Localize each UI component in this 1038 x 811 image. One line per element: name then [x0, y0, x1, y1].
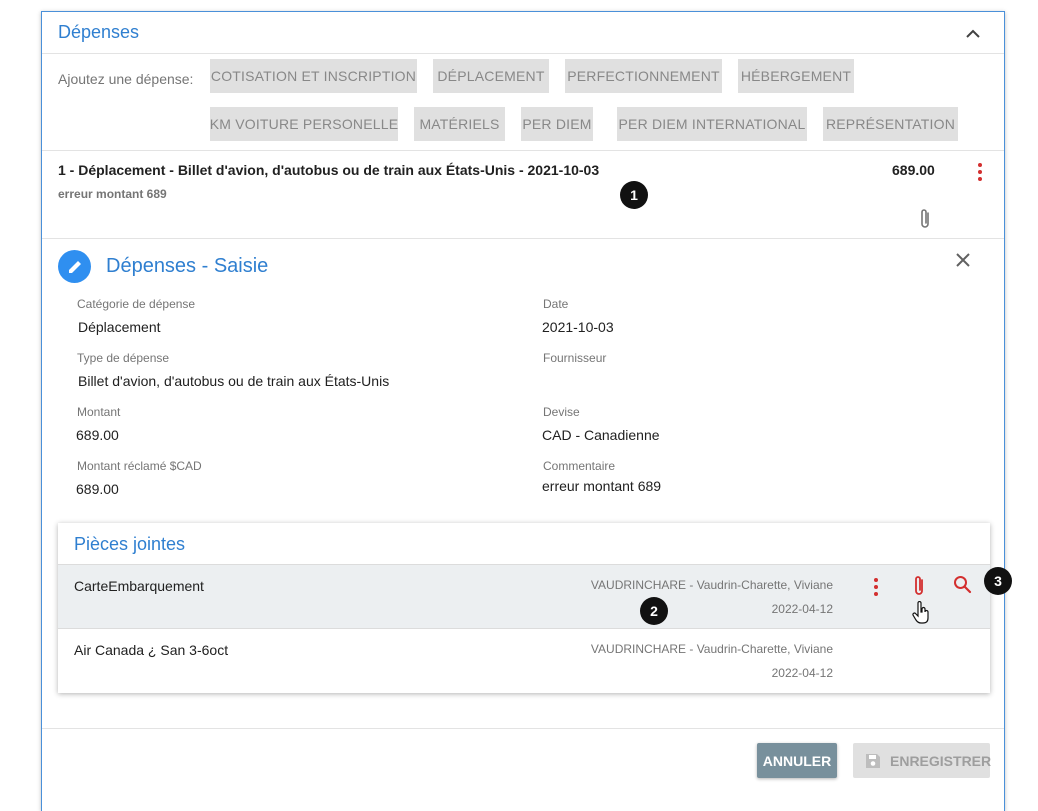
type-value: Billet d'avion, d'autobus ou de train au…: [78, 373, 390, 389]
kebab-menu-icon[interactable]: [873, 578, 879, 596]
date-value: 2021-10-03: [542, 319, 614, 335]
amount-value: 689.00: [76, 427, 119, 443]
category-value: Déplacement: [78, 319, 161, 335]
attachment-row[interactable]: Air Canada ¿ San 3-6oct VAUDRINCHARE - V…: [58, 629, 990, 694]
form-title: Dépenses - Saisie: [106, 255, 269, 277]
attachments-title: Pièces jointes: [74, 534, 186, 554]
save-button-label: ENREGISTRER: [890, 752, 992, 769]
paperclip-icon[interactable]: [912, 574, 926, 598]
chip-cotisation[interactable]: COTISATION ET INSCRIPTION: [210, 59, 417, 93]
attachment-owner: VAUDRINCHARE - Vaudrin-Charette, Viviane: [590, 642, 833, 656]
chip-km-voiture[interactable]: KM VOITURE PERSONELLE: [210, 107, 398, 141]
cancel-button[interactable]: ANNULER: [757, 743, 837, 778]
search-icon[interactable]: [953, 575, 973, 595]
kebab-menu-icon[interactable]: [977, 163, 983, 181]
save-button[interactable]: ENREGISTRER: [853, 743, 992, 778]
chip-deplacement[interactable]: DÉPLACEMENT: [433, 59, 549, 93]
divider: [42, 728, 1004, 729]
expense-item-title[interactable]: 1 - Déplacement - Billet d'avion, d'auto…: [58, 162, 599, 178]
comment-label: Commentaire: [543, 459, 616, 473]
attachments-panel: Pièces jointes CarteEmbarquement VAUDRIN…: [58, 523, 990, 693]
expense-item-amount: 689.00: [892, 162, 935, 178]
divider: [42, 150, 1004, 151]
attachment-name: CarteEmbarquement: [74, 578, 204, 594]
claimed-amount-label: Montant réclamé $CAD: [77, 459, 202, 473]
expense-item-comment: erreur montant 689: [58, 187, 167, 201]
paperclip-icon[interactable]: [918, 207, 932, 231]
comment-value: erreur montant 689: [542, 478, 662, 494]
panel-title: Dépenses: [58, 22, 140, 42]
currency-label: Devise: [543, 405, 580, 419]
attachment-date: 2022-04-12: [771, 666, 833, 680]
divider: [42, 238, 1004, 239]
save-icon: [864, 752, 882, 770]
pencil-icon: [58, 250, 91, 283]
currency-value: CAD - Canadienne: [542, 427, 660, 443]
amount-label: Montant: [77, 405, 121, 419]
date-label: Date: [543, 297, 569, 311]
hand-pointer-icon: [912, 600, 932, 625]
chip-per-diem[interactable]: PER DIEM: [521, 107, 593, 141]
chevron-up-icon[interactable]: [964, 26, 982, 40]
type-label: Type de dépense: [77, 351, 170, 365]
callout-marker-2: 2: [640, 597, 668, 625]
add-expense-label: Ajoutez une dépense:: [58, 71, 194, 87]
chip-perfectionnement[interactable]: PERFECTIONNEMENT: [565, 59, 722, 93]
attachment-owner: VAUDRINCHARE - Vaudrin-Charette, Viviane: [590, 578, 833, 592]
expenses-panel: Dépenses Ajoutez une dépense: COTISATION…: [41, 11, 1012, 811]
divider: [42, 53, 1004, 54]
category-label: Catégorie de dépense: [77, 297, 196, 311]
chip-per-diem-international[interactable]: PER DIEM INTERNATIONAL: [617, 107, 807, 141]
claimed-amount-value: 689.00: [76, 481, 119, 497]
chip-materiels[interactable]: MATÉRIELS: [414, 107, 505, 141]
attachment-date: 2022-04-12: [771, 602, 833, 616]
attachment-name: Air Canada ¿ San 3-6oct: [74, 642, 229, 658]
close-icon[interactable]: [954, 251, 972, 269]
callout-marker-3: 3: [984, 567, 1012, 595]
callout-marker-1: 1: [620, 181, 648, 209]
supplier-label: Fournisseur: [543, 351, 607, 365]
chip-representation[interactable]: REPRÉSENTATION: [823, 107, 958, 141]
chip-hebergement[interactable]: HÉBERGEMENT: [738, 59, 854, 93]
attachment-row[interactable]: CarteEmbarquement VAUDRINCHARE - Vaudrin…: [58, 564, 990, 629]
